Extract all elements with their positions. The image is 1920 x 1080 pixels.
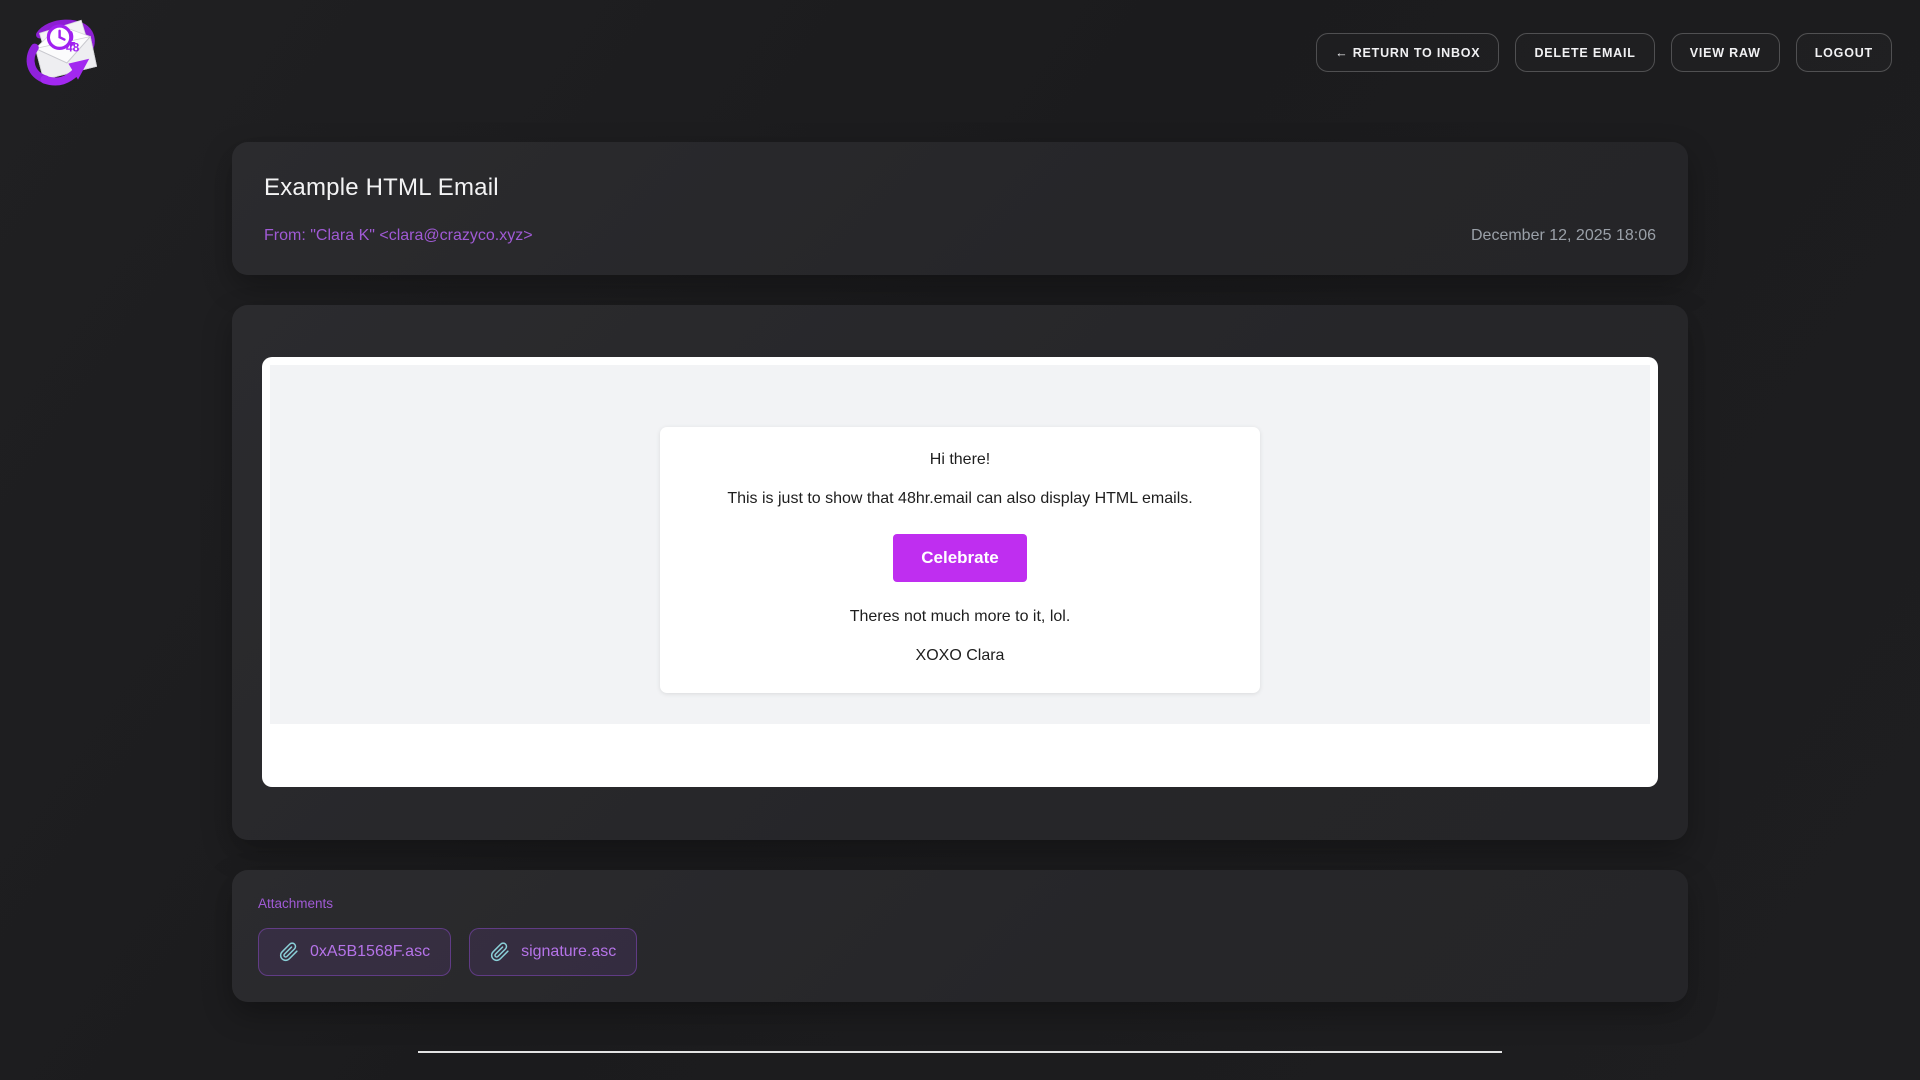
header-actions: ← RETURN TO INBOX DELETE EMAIL VIEW RAW …: [1316, 33, 1892, 72]
email-meta-row: From: "Clara K" <clara@crazyco.xyz> Dece…: [264, 227, 1656, 245]
attachment-name: signature.asc: [521, 943, 616, 961]
email-from: From: "Clara K" <clara@crazyco.xyz>: [264, 227, 533, 245]
return-to-inbox-button[interactable]: ← RETURN TO INBOX: [1316, 33, 1499, 72]
main-content: Example HTML Email From: "Clara K" <clar…: [232, 142, 1688, 1053]
email-date: December 12, 2025 18:06: [1471, 227, 1656, 245]
view-raw-button[interactable]: VIEW RAW: [1671, 33, 1780, 72]
attachment-chip[interactable]: signature.asc: [469, 928, 637, 976]
attachments-label: Attachments: [258, 896, 1662, 911]
email-meta-card: Example HTML Email From: "Clara K" <clar…: [232, 142, 1688, 275]
top-bar: 48 ← RETURN TO INBOX DELETE EMAIL VIEW R…: [0, 0, 1920, 95]
email-line1: This is just to show that 48hr.email can…: [680, 490, 1240, 508]
email-html-frame: Hi there! This is just to show that 48hr…: [262, 357, 1658, 787]
email-rendered-body: Hi there! This is just to show that 48hr…: [270, 365, 1650, 724]
email-message-panel: Hi there! This is just to show that 48hr…: [660, 427, 1260, 693]
attachment-chip[interactable]: 0xA5B1568F.asc: [258, 928, 451, 976]
email-line2: Theres not much more to it, lol.: [680, 608, 1240, 626]
celebrate-button[interactable]: Celebrate: [893, 534, 1026, 582]
delete-email-button[interactable]: DELETE EMAIL: [1515, 33, 1654, 72]
email-body-card: Hi there! This is just to show that 48hr…: [232, 305, 1688, 840]
attachments-list: 0xA5B1568F.asc signature.asc: [258, 928, 1662, 976]
email-subject: Example HTML Email: [264, 174, 1656, 202]
email-signoff: XOXO Clara: [680, 647, 1240, 665]
attachment-name: 0xA5B1568F.asc: [310, 943, 430, 961]
paperclip-icon: [490, 942, 510, 962]
email-greeting: Hi there!: [680, 451, 1240, 469]
svg-text:48: 48: [66, 41, 80, 55]
logout-button[interactable]: LOGOUT: [1796, 33, 1892, 72]
footer-divider: [418, 1051, 1502, 1053]
app-logo-icon[interactable]: 48: [22, 12, 102, 88]
paperclip-icon: [279, 942, 299, 962]
attachments-card: Attachments 0xA5B1568F.asc signature.asc: [232, 870, 1688, 1002]
